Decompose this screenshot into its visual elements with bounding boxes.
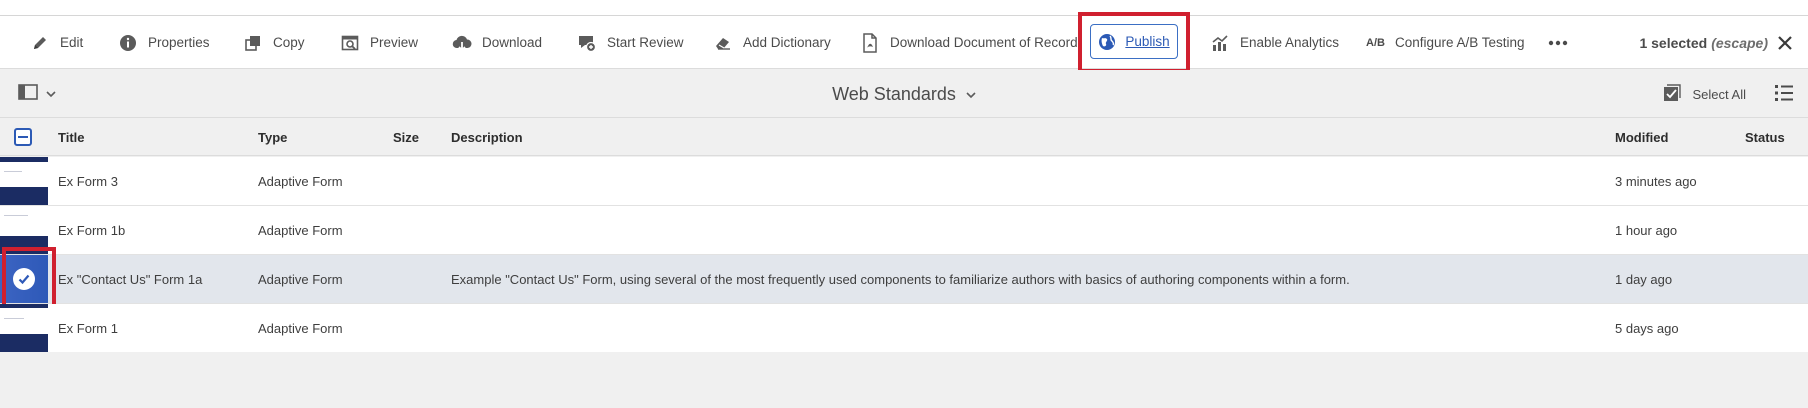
column-header-size[interactable]: Size [393, 118, 419, 156]
eraser-icon [713, 33, 733, 53]
table-row-selected[interactable]: Ex "Contact Us" Form 1a Adaptive Form Ex… [0, 255, 1808, 304]
ab-testing-icon-text: A/B [1366, 36, 1385, 49]
publish-label: Publish [1125, 34, 1170, 49]
header-select-checkbox[interactable] [14, 128, 32, 146]
row-modified: 3 minutes ago [1615, 173, 1697, 189]
globe-icon [1098, 33, 1116, 51]
preview-label: Preview [370, 35, 419, 50]
form-thumbnail [0, 304, 48, 352]
review-icon [577, 33, 597, 53]
column-header-description[interactable]: Description [451, 118, 523, 156]
row-title: Ex Form 1b [58, 222, 126, 238]
row-title: Ex Form 3 [58, 173, 118, 189]
column-header-type[interactable]: Type [258, 118, 287, 156]
preview-icon [340, 33, 360, 53]
select-all-label: Select All [1692, 86, 1746, 102]
empty-list-area [0, 352, 1808, 408]
row-type: Adaptive Form [258, 271, 343, 287]
download-document-of-record-action[interactable]: Download Document of Record [860, 16, 1078, 69]
edit-action[interactable]: Edit [30, 16, 83, 69]
pdf-document-icon [860, 32, 880, 53]
download-document-of-record-label: Download Document of Record [890, 35, 1078, 50]
selection-status: 1 selected (escape) [1639, 16, 1768, 69]
row-description: Example "Contact Us" Form, using several… [451, 271, 1350, 287]
preview-action[interactable]: Preview [340, 16, 418, 69]
analytics-icon [1210, 33, 1230, 53]
column-header-status[interactable]: Status [1745, 118, 1785, 156]
row-type: Adaptive Form [258, 320, 343, 336]
add-dictionary-label: Add Dictionary [743, 35, 831, 50]
more-actions-button[interactable] [1548, 16, 1568, 69]
download-label: Download [482, 35, 543, 50]
copy-icon [243, 33, 263, 53]
top-strip [0, 0, 1808, 16]
select-all-checkbox-icon [1663, 83, 1681, 105]
add-dictionary-action[interactable]: Add Dictionary [713, 16, 831, 69]
row-modified: 1 hour ago [1615, 222, 1678, 238]
column-header-title[interactable]: Title [58, 118, 85, 156]
properties-label: Properties [148, 35, 210, 50]
pencil-icon [30, 33, 50, 53]
selection-count: 1 selected [1639, 34, 1708, 51]
form-thumbnail [0, 157, 48, 205]
content-toolbar: Web Standards Select All [0, 70, 1808, 118]
selection-escape-hint: (escape) [1711, 34, 1768, 51]
configure-ab-testing-label: Configure A/B Testing [1394, 35, 1525, 50]
folder-title: Web Standards [832, 83, 956, 104]
chevron-down-icon [966, 87, 976, 102]
ab-testing-icon: A/B [1366, 33, 1385, 53]
row-type: Adaptive Form [258, 222, 343, 238]
table-header: Title Type Size Description Modified Sta… [0, 118, 1808, 156]
enable-analytics-label: Enable Analytics [1240, 35, 1340, 50]
enable-analytics-action[interactable]: Enable Analytics [1210, 16, 1339, 69]
download-action[interactable]: Download [452, 16, 542, 69]
cloud-download-icon [452, 33, 472, 53]
properties-action[interactable]: Properties [118, 16, 210, 69]
folder-title-dropdown[interactable]: Web Standards [0, 70, 1808, 118]
row-modified: 1 day ago [1615, 271, 1673, 287]
checkmark-icon [13, 268, 35, 290]
form-thumbnail [0, 206, 48, 254]
table-row[interactable]: Ex Form 1 Adaptive Form 5 days ago [0, 304, 1808, 353]
more-ellipsis-icon [1548, 33, 1568, 53]
row-title: Ex Form 1 [58, 320, 118, 336]
publish-button[interactable]: Publish [1090, 24, 1178, 59]
edit-label: Edit [60, 35, 84, 50]
action-bar: Edit Properties Copy Preview Download St… [0, 16, 1808, 69]
row-select-checkbox[interactable] [0, 255, 48, 303]
column-header-modified[interactable]: Modified [1615, 118, 1668, 156]
start-review-action[interactable]: Start Review [577, 16, 684, 69]
info-icon [118, 33, 138, 53]
configure-ab-testing-action[interactable]: A/B Configure A/B Testing [1366, 16, 1525, 69]
row-type: Adaptive Form [258, 173, 343, 189]
start-review-label: Start Review [607, 35, 684, 50]
row-modified: 5 days ago [1615, 320, 1679, 336]
row-title: Ex "Contact Us" Form 1a [58, 271, 203, 287]
select-all-button[interactable]: Select All [1663, 70, 1746, 118]
close-icon[interactable] [1776, 34, 1794, 52]
copy-action[interactable]: Copy [243, 16, 305, 69]
table-row[interactable]: Ex Form 1b Adaptive Form 1 hour ago [0, 206, 1808, 255]
table-row[interactable]: Ex Form 3 Adaptive Form 3 minutes ago [0, 157, 1808, 206]
list-view-icon[interactable] [1774, 84, 1794, 104]
copy-label: Copy [273, 35, 305, 50]
